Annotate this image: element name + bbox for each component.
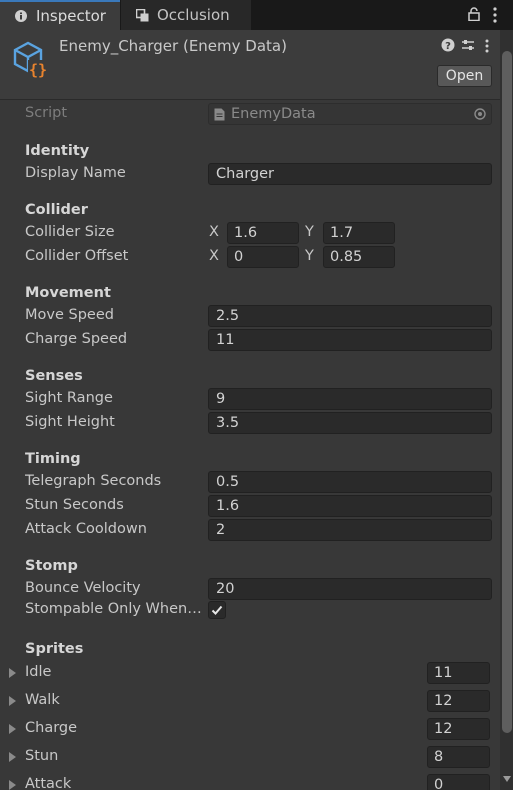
sprite-count-field[interactable]: 12 <box>427 690 490 712</box>
tab-inspector-label: Inspector <box>36 7 106 25</box>
move-speed-field[interactable]: 2.5 <box>208 305 492 327</box>
section-senses: Senses <box>25 368 83 384</box>
collider-size-label: Collider Size <box>25 224 115 240</box>
script-value: EnemyData <box>231 106 316 122</box>
sprite-label: Attack <box>25 776 72 790</box>
sight-range-field[interactable]: 9 <box>208 388 492 410</box>
section-movement: Movement <box>25 285 111 301</box>
help-icon[interactable]: ? <box>441 38 455 52</box>
attack-cooldown-field[interactable]: 2 <box>208 519 492 541</box>
scrollbar-thumb[interactable] <box>502 51 512 733</box>
script-row: Script EnemyData <box>0 102 500 126</box>
object-picker-icon[interactable] <box>474 108 486 120</box>
vertical-scrollbar[interactable] <box>500 30 513 790</box>
sprite-count-field[interactable]: 0 <box>427 774 490 790</box>
telegraph-seconds-field[interactable]: 0.5 <box>208 471 492 493</box>
script-field: EnemyData <box>208 103 492 125</box>
move-speed-label: Move Speed <box>25 307 114 323</box>
section-stomp: Stomp <box>25 558 78 574</box>
sprite-row-charge[interactable]: Charge 12 <box>0 717 500 741</box>
stun-seconds-label: Stun Seconds <box>25 497 124 513</box>
stompable-checkbox[interactable] <box>208 601 226 619</box>
foldout-arrow-icon[interactable] <box>9 724 16 734</box>
sprite-row-idle[interactable]: Idle 11 <box>0 661 500 685</box>
attack-cooldown-row: Attack Cooldown 2 <box>0 518 500 542</box>
svg-text:?: ? <box>445 41 451 52</box>
foldout-arrow-icon[interactable] <box>9 696 16 706</box>
inspector-header: {} Enemy_Charger (Enemy Data) ? Open <box>0 30 513 100</box>
collider-size-x-label: X <box>209 224 219 240</box>
collider-size-y-field[interactable]: 1.7 <box>323 222 395 244</box>
section-timing: Timing <box>25 451 81 467</box>
sight-height-row: Sight Height 3.5 <box>0 411 500 435</box>
sight-height-label: Sight Height <box>25 414 115 430</box>
collider-offset-x-field[interactable]: 0 <box>227 246 299 268</box>
telegraph-seconds-label: Telegraph Seconds <box>25 473 162 489</box>
script-label: Script <box>25 105 68 121</box>
asset-title: Enemy_Charger (Enemy Data) <box>59 37 287 55</box>
attack-cooldown-label: Attack Cooldown <box>25 521 147 537</box>
tab-menu-icon[interactable] <box>490 5 500 25</box>
presets-icon[interactable] <box>461 38 475 52</box>
sprite-row-walk[interactable]: Walk 12 <box>0 689 500 713</box>
component-menu-icon[interactable] <box>483 38 491 54</box>
collider-size-y-label: Y <box>305 224 314 240</box>
foldout-arrow-icon[interactable] <box>9 668 16 678</box>
collider-offset-row: Collider Offset X 0 Y 0.85 <box>0 245 500 269</box>
occlusion-icon <box>133 8 151 22</box>
sprite-label: Charge <box>25 720 78 736</box>
sprite-label: Idle <box>25 664 52 680</box>
sprite-row-stun[interactable]: Stun 8 <box>0 745 500 769</box>
collider-offset-y-label: Y <box>305 248 314 264</box>
collider-size-x-field[interactable]: 1.6 <box>227 222 299 244</box>
tab-bar: Inspector Occlusion <box>0 0 513 30</box>
sprite-count-field[interactable]: 8 <box>427 746 490 768</box>
lock-icon[interactable] <box>468 7 480 21</box>
section-identity: Identity <box>25 143 90 159</box>
info-icon <box>12 10 30 22</box>
stompable-row: Stompable Only When ... <box>0 598 500 622</box>
charge-speed-label: Charge Speed <box>25 331 128 347</box>
tab-occlusion-label: Occlusion <box>157 6 230 24</box>
display-name-row: Display Name Charger <box>0 162 500 186</box>
sprite-label: Walk <box>25 692 60 708</box>
open-button[interactable]: Open <box>437 65 492 87</box>
foldout-arrow-icon[interactable] <box>9 752 16 762</box>
bounce-velocity-field[interactable]: 20 <box>208 578 492 600</box>
svg-text:{}: {} <box>29 61 47 79</box>
section-sprites: Sprites <box>25 641 84 657</box>
sprite-label: Stun <box>25 748 59 764</box>
script-file-icon <box>214 108 225 121</box>
telegraph-seconds-row: Telegraph Seconds 0.5 <box>0 470 500 494</box>
section-collider: Collider <box>25 202 88 218</box>
charge-speed-row: Charge Speed 11 <box>0 328 500 352</box>
collider-offset-label: Collider Offset <box>25 248 129 264</box>
sight-range-row: Sight Range 9 <box>0 387 500 411</box>
sight-range-label: Sight Range <box>25 390 113 406</box>
stun-seconds-field[interactable]: 1.6 <box>208 495 492 517</box>
tab-inspector[interactable]: Inspector <box>0 0 120 30</box>
stun-seconds-row: Stun Seconds 1.6 <box>0 494 500 518</box>
sprite-row-attack[interactable]: Attack 0 <box>0 773 500 790</box>
foldout-arrow-icon[interactable] <box>9 780 16 790</box>
charge-speed-field[interactable]: 11 <box>208 329 492 351</box>
stompable-label: Stompable Only When ... <box>25 601 203 617</box>
checkmark-icon <box>211 605 223 615</box>
scriptable-object-icon: {} <box>13 41 48 79</box>
collider-offset-y-field[interactable]: 0.85 <box>323 246 395 268</box>
move-speed-row: Move Speed 2.5 <box>0 304 500 328</box>
scroll-down-icon[interactable] <box>503 776 511 782</box>
tab-occlusion[interactable]: Occlusion <box>121 0 251 30</box>
display-name-field[interactable]: Charger <box>208 163 492 185</box>
bounce-velocity-label: Bounce Velocity <box>25 580 141 596</box>
sight-height-field[interactable]: 3.5 <box>208 412 492 434</box>
sprite-count-field[interactable]: 11 <box>427 662 490 684</box>
collider-size-row: Collider Size X 1.6 Y 1.7 <box>0 221 500 245</box>
display-name-label: Display Name <box>25 165 126 181</box>
inspector-body: Script EnemyData Identity Display Name C… <box>0 100 500 790</box>
collider-offset-x-label: X <box>209 248 219 264</box>
sprite-count-field[interactable]: 12 <box>427 718 490 740</box>
